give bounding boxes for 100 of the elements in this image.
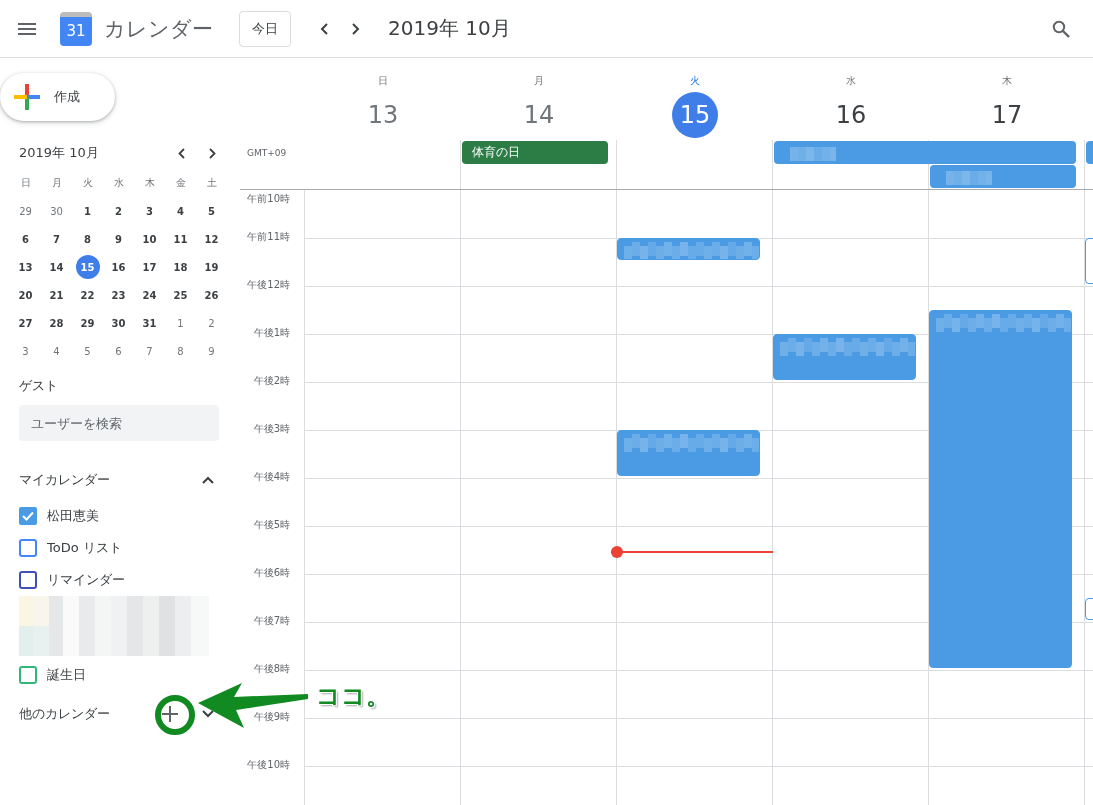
mini-calendar-day[interactable]: 5 [75, 339, 100, 363]
mini-calendar-day[interactable]: 24 [137, 283, 162, 307]
annotation-circle [155, 695, 195, 735]
previous-icon[interactable] [178, 147, 185, 159]
day-number[interactable]: 13 [360, 92, 406, 138]
mini-calendar-day[interactable]: 14 [44, 255, 69, 279]
app-title: カレンダー [104, 15, 214, 43]
hour-label: 午後2時 [253, 374, 290, 388]
mini-calendar-day[interactable]: 16 [106, 255, 131, 279]
search-icon[interactable] [1052, 19, 1070, 38]
mini-calendar-day[interactable]: 1 [168, 311, 193, 335]
mini-calendar-day[interactable]: 4 [168, 199, 193, 223]
hour-label: 午後8時 [253, 662, 290, 676]
mini-calendar-day[interactable]: 4 [44, 339, 69, 363]
hour-label: 午前11時 [247, 230, 290, 244]
hour-label: 午後7時 [253, 614, 290, 628]
mini-calendar-day[interactable]: 10 [137, 227, 162, 251]
mini-calendar-day[interactable]: 3 [13, 339, 38, 363]
weekday-label: 火 [82, 176, 93, 190]
day-number[interactable]: 17 [984, 92, 1030, 138]
search-field[interactable]: ユーザーを検索 [19, 405, 219, 441]
mini-calendar-day[interactable]: 6 [13, 227, 38, 251]
mini-calendar-day[interactable]: 29 [13, 199, 38, 223]
previous-icon[interactable] [320, 22, 328, 35]
section-heading: ゲスト [19, 377, 58, 395]
day-number[interactable]: 15 [672, 92, 718, 138]
checkbox[interactable] [19, 666, 37, 684]
today-button[interactable]: 今日 [239, 10, 291, 47]
hour-label: 午後4時 [253, 470, 290, 484]
mini-calendar-day[interactable]: 31 [137, 311, 162, 335]
create-button[interactable]: 作成 [0, 73, 115, 121]
hour-label: 午後12時 [247, 278, 290, 292]
mini-calendar-day[interactable]: 27 [13, 311, 38, 335]
next-icon[interactable] [352, 22, 360, 35]
mini-calendar-day[interactable]: 28 [44, 311, 69, 335]
blurred-text [946, 171, 992, 185]
plus-icon [14, 84, 40, 110]
add-icon[interactable] [161, 705, 179, 723]
mini-calendar-day[interactable]: 25 [168, 283, 193, 307]
hour-label: 午後10時 [247, 758, 290, 772]
mini-calendar-day[interactable]: 8 [168, 339, 193, 363]
day-number[interactable]: 14 [516, 92, 562, 138]
checkbox[interactable] [19, 507, 37, 525]
calendar-name: 誕生日 [47, 666, 86, 684]
mini-calendar-day[interactable]: 20 [13, 283, 38, 307]
mini-calendar-day[interactable]: 18 [168, 255, 193, 279]
section-heading: 他のカレンダー [19, 705, 111, 723]
calendar-logo: 31 [60, 11, 92, 46]
weekday-label: 金 [175, 176, 186, 190]
mini-calendar-day[interactable]: 15 [75, 255, 100, 279]
mini-calendar-day[interactable]: 9 [199, 339, 224, 363]
mini-calendar-day[interactable]: 17 [137, 255, 162, 279]
mini-calendar-day[interactable]: 30 [106, 311, 131, 335]
mini-calendar-day[interactable]: 30 [44, 199, 69, 223]
mini-calendar-day[interactable]: 26 [199, 283, 224, 307]
weekday-label: 月 [51, 176, 62, 190]
mini-calendar-day[interactable]: 2 [106, 199, 131, 223]
mini-calendar-day[interactable]: 6 [106, 339, 131, 363]
checkbox[interactable] [19, 571, 37, 589]
mini-calendar-title: 2019年 10月 [19, 144, 100, 162]
all-day-event[interactable] [1086, 141, 1093, 164]
calendar-name: リマインダー [47, 571, 125, 589]
mini-calendar-day[interactable]: 7 [44, 227, 69, 251]
checkbox[interactable] [19, 539, 37, 557]
day-number[interactable]: 16 [828, 92, 874, 138]
weekday-label: 水 [846, 74, 856, 88]
mini-calendar-day[interactable]: 9 [106, 227, 131, 251]
blurred-text [790, 147, 836, 161]
period-title: 2019年 10月 [388, 15, 511, 42]
mini-calendar-day[interactable]: 22 [75, 283, 100, 307]
menu-icon[interactable] [18, 22, 36, 35]
all-day-event[interactable]: 体育の日 [462, 141, 608, 164]
mini-calendar-day[interactable]: 7 [137, 339, 162, 363]
mini-calendar-day[interactable]: 12 [199, 227, 224, 251]
timezone-label: GMT+09 [246, 147, 288, 158]
mini-calendar-day[interactable]: 3 [137, 199, 162, 223]
weekday-label: 木 [1002, 74, 1012, 88]
mini-calendar-day[interactable]: 21 [44, 283, 69, 307]
chevron-icon[interactable] [202, 476, 214, 484]
mini-calendar-day[interactable]: 8 [75, 227, 100, 251]
mini-calendar-day[interactable]: 11 [168, 227, 193, 251]
mini-calendar-day[interactable]: 2 [199, 311, 224, 335]
section-heading: マイカレンダー [19, 471, 111, 489]
mini-calendar-day[interactable]: 19 [199, 255, 224, 279]
annotation-text: ココ。 [316, 681, 390, 712]
mini-calendar-day[interactable]: 1 [75, 199, 100, 223]
hour-label: 午後3時 [253, 422, 290, 436]
mini-calendar-day[interactable]: 13 [13, 255, 38, 279]
hour-label: 午後5時 [253, 518, 290, 532]
mini-calendar-day[interactable]: 23 [106, 283, 131, 307]
hour-label: 午後6時 [253, 566, 290, 580]
calendar-name: 松田恵美 [47, 507, 99, 525]
next-icon[interactable] [209, 147, 216, 159]
weekday-label: 木 [144, 176, 155, 190]
mini-calendar-day[interactable]: 29 [75, 311, 100, 335]
chevron-icon[interactable] [202, 710, 214, 718]
weekday-label: 水 [113, 176, 124, 190]
hour-label: 午前10時 [247, 192, 290, 206]
weekday-label: 日 [20, 176, 31, 190]
mini-calendar-day[interactable]: 5 [199, 199, 224, 223]
